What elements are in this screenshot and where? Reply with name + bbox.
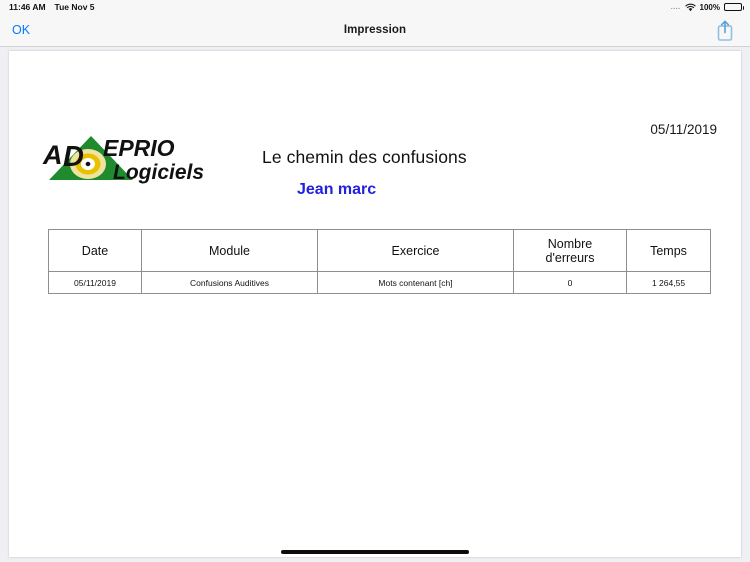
- document-title: Le chemin des confusions: [262, 147, 467, 167]
- svg-text:A: A: [42, 140, 63, 170]
- column-header-temps: Temps: [626, 229, 711, 272]
- cell-module: Confusions Auditives: [141, 271, 318, 294]
- status-bar-date: Tue Nov 5: [54, 2, 95, 12]
- cell-exercice: Mots contenant [ch]: [317, 271, 514, 294]
- navigation-bar: OK Impression: [0, 14, 750, 47]
- print-preview-area[interactable]: 05/11/2019 A D EPRIO Logiciels Le chemin…: [0, 47, 750, 562]
- cell-nombre-erreurs: 0: [513, 271, 627, 294]
- svg-text:EPRIO: EPRIO: [103, 135, 175, 161]
- table-header-row: Date Module Exercice Nombre d'erreurs Te…: [48, 229, 711, 272]
- battery-full-icon: [724, 3, 744, 11]
- status-bar-left: 11:46 AM Tue Nov 5: [0, 2, 95, 12]
- page-title: Impression: [343, 24, 407, 36]
- document-page: 05/11/2019 A D EPRIO Logiciels Le chemin…: [9, 51, 741, 557]
- column-header-nombre-erreurs: Nombre d'erreurs: [513, 229, 627, 272]
- signal-dots-icon: ....: [670, 3, 681, 11]
- column-header-exercice: Exercice: [317, 229, 514, 272]
- status-bar-right: .... 100%: [670, 0, 744, 14]
- battery-percent-label: 100%: [699, 2, 720, 12]
- document-user-name: Jean marc: [297, 181, 377, 198]
- adeprio-logo-icon: A D EPRIO Logiciels: [41, 130, 216, 188]
- cell-temps: 1 264,55: [626, 271, 711, 294]
- cell-date: 05/11/2019: [48, 271, 142, 294]
- home-indicator[interactable]: [281, 550, 469, 554]
- table-row: 05/11/2019 Confusions Auditives Mots con…: [48, 271, 711, 294]
- column-header-module: Module: [141, 229, 318, 272]
- status-bar-time: 11:46 AM: [9, 2, 46, 12]
- share-icon[interactable]: [715, 18, 735, 43]
- document-date: 05/11/2019: [650, 122, 717, 137]
- wifi-icon: [684, 3, 696, 12]
- ok-button[interactable]: OK: [12, 23, 30, 37]
- column-header-nombre-erreurs-line1: Nombre: [547, 236, 593, 251]
- column-header-date: Date: [48, 229, 142, 272]
- report-table: Date Module Exercice Nombre d'erreurs Te…: [48, 229, 711, 294]
- status-bar: 11:46 AM Tue Nov 5 .... 100%: [0, 0, 750, 14]
- svg-text:Logiciels: Logiciels: [113, 161, 204, 184]
- svg-text:D: D: [63, 141, 84, 173]
- column-header-nombre-erreurs-line2: d'erreurs: [545, 250, 595, 265]
